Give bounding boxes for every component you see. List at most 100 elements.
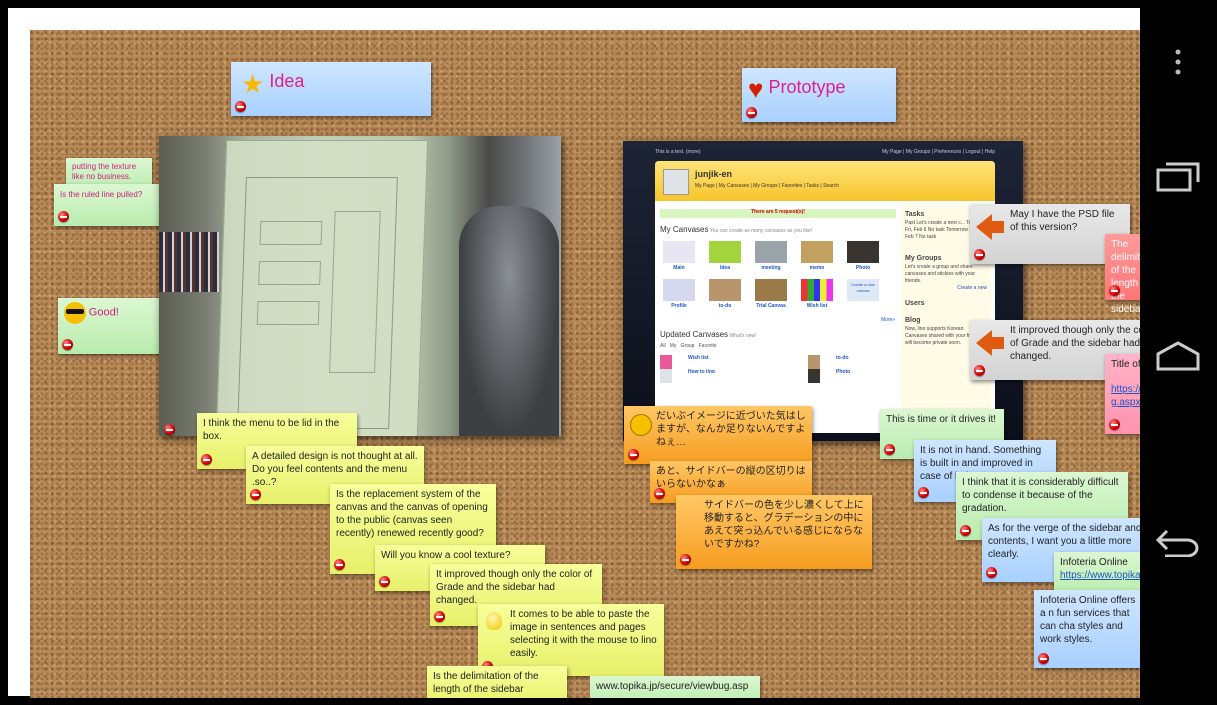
canvas-label[interactable]: memo (801, 265, 833, 272)
screenshot-page: junjik-en My Page | My Canvases | My Gro… (655, 161, 995, 433)
canvas-thumb[interactable] (801, 279, 833, 301)
pin-icon[interactable] (960, 525, 971, 536)
pin-icon[interactable] (974, 365, 985, 376)
canvas-label[interactable]: Main (663, 265, 695, 272)
pin-icon[interactable] (1109, 285, 1120, 296)
japanese-comment-text: だいぶイメージに近づいた気はしますが、なんか足りないんですよねぇ… (656, 411, 806, 448)
pin-icon[interactable] (1109, 419, 1120, 430)
screenshot-requests: There are 5 request(s)! (660, 209, 896, 218)
pin-icon[interactable] (434, 611, 445, 622)
updated-item[interactable]: How to lino (660, 369, 715, 383)
comment-text: I think the menu to be lid in the box. (203, 418, 340, 442)
canvas-label[interactable]: Profile (663, 303, 695, 310)
japanese-comment-text: サイドバーの色を少し濃くして上に移動すると、グラデーションの中にあえて突っ込んで… (704, 500, 864, 550)
japanese-comment-sticky[interactable]: だいぶイメージに近づいた気はしますが、なんか足りないんですよねぇ… (624, 406, 812, 464)
canvas-label[interactable]: to-do (709, 303, 741, 310)
pin-icon[interactable] (918, 487, 929, 498)
screenshot-topbar: This is a test. (more) My Page | My Grou… (655, 149, 995, 156)
arrow-left-icon-tail (992, 337, 1004, 349)
screenshot-username: junjik-en (695, 169, 733, 179)
pin-icon[interactable] (986, 567, 997, 578)
screenshot-header: junjik-en My Page | My Canvases | My Gro… (655, 161, 995, 201)
pin-icon[interactable] (746, 107, 757, 118)
url-sticky[interactable]: www.topika.jp/secure/viewbug.asp (590, 676, 760, 698)
good-text: Good! (88, 306, 119, 319)
screenshot-nav: My Page | My Canvases | My Groups | Favo… (695, 183, 839, 189)
create-group-link[interactable]: Create a new (905, 285, 987, 292)
canvas-thumb[interactable] (755, 279, 787, 301)
my-canvases-hint: You can create as many canvases as you l… (709, 228, 813, 234)
comment-text: It comes to be able to paste the image i… (510, 609, 657, 659)
pin-icon[interactable] (250, 489, 261, 500)
overflow-menu-icon[interactable] (1150, 34, 1206, 90)
comment-text: Will you know a cool texture? (381, 550, 511, 561)
pin-icon[interactable] (58, 211, 69, 222)
prototype-screenshot[interactable]: This is a test. (more) My Page | My Grou… (623, 141, 1023, 441)
canvas-label[interactable]: Photo (847, 265, 879, 272)
japanese-comment-text: あと、サイドバーの縦の区切りはいらないかなぁ (656, 466, 806, 490)
pin-icon[interactable] (164, 424, 175, 435)
star-icon: ★ (241, 69, 265, 99)
canvas-label[interactable]: Wish list (801, 303, 833, 310)
pin-icon[interactable] (884, 444, 895, 455)
canvas-thumb[interactable] (709, 241, 741, 263)
good-sticky[interactable]: Good! (58, 298, 166, 354)
condense-text: I think that it is considerably difficul… (962, 477, 1119, 514)
canvas-label[interactable]: Trial Canvas (755, 303, 787, 310)
updated-heading: Updated Canvases (660, 330, 729, 339)
canvas-label[interactable]: meeting (755, 265, 787, 272)
canvases-more-link[interactable]: More» (881, 317, 895, 324)
screenshot-topbar-left: This is a test. (more) (655, 149, 701, 155)
updated-item[interactable]: to-do (808, 355, 896, 369)
infoteria-sticky[interactable]: Infoteria Online https://www.topika (1054, 552, 1148, 594)
board-frame: ★ Idea ♥ Prototype putting the texture l… (8, 8, 1208, 698)
comment-sticky[interactable]: Is the delimitation of the length of the… (427, 666, 567, 698)
pin-icon[interactable] (235, 101, 246, 112)
canvas-thumbs-row-1 (663, 241, 879, 263)
canvas-thumb[interactable] (709, 279, 741, 301)
comment-text: Is the replacement system of the canvas … (336, 489, 488, 539)
canvas-thumb[interactable] (801, 241, 833, 263)
updated-hint: What's new! (729, 333, 757, 339)
pin-icon[interactable] (974, 249, 985, 260)
updated-item[interactable]: Photo (808, 369, 896, 383)
pin-icon[interactable] (62, 339, 73, 350)
canvas-thumbs-row-2: Create a new canvas (663, 279, 879, 301)
psd-text: May I have the PSD file of this version? (1010, 209, 1115, 233)
url-text: www.topika.jp/secure/viewbug.asp (596, 681, 749, 692)
create-canvas-button[interactable]: Create a new canvas (847, 279, 879, 301)
infoteria-offers-sticky[interactable]: Infoteria Online offers a n fun services… (1034, 590, 1148, 668)
android-nav-bar (1140, 0, 1217, 705)
bookshelf (159, 232, 219, 292)
home-icon[interactable] (1150, 328, 1206, 384)
pin-icon[interactable] (654, 488, 665, 499)
back-icon[interactable] (1150, 514, 1206, 570)
updated-filters[interactable]: All My Group Favorite (660, 343, 717, 350)
pin-icon[interactable] (680, 554, 691, 565)
sketch-photo[interactable] (159, 136, 561, 436)
pin-icon[interactable] (379, 576, 390, 587)
ruled-line-sticky[interactable]: Is the ruled line pulled? (54, 184, 166, 226)
prototype-header-sticky[interactable]: ♥ Prototype (742, 68, 896, 122)
canvas-label[interactable]: Idea (709, 265, 741, 272)
canvas-thumb[interactable] (663, 241, 695, 263)
recent-apps-icon[interactable] (1150, 148, 1206, 204)
pin-icon[interactable] (334, 559, 345, 570)
updated-item[interactable]: Wish list (660, 355, 709, 369)
idea-title: Idea (269, 71, 305, 91)
pin-icon[interactable] (1038, 653, 1049, 664)
canvas-labels-row-1: Main Idea meeting memo Photo (663, 265, 879, 272)
idea-header-sticky[interactable]: ★ Idea (231, 62, 431, 116)
surprised-emoji-icon (630, 414, 652, 436)
infoteria-link[interactable]: https://www.topika (1060, 569, 1142, 582)
sunglasses-emoji-icon (64, 302, 86, 324)
pin-icon[interactable] (201, 454, 212, 465)
arrow-left-icon (976, 214, 992, 240)
canvas-thumb[interactable] (663, 279, 695, 301)
cork-board: ★ Idea ♥ Prototype putting the texture l… (30, 30, 1148, 698)
japanese-comment-sticky[interactable]: サイドバーの色を少し濃くして上に移動すると、グラデーションの中にあえて突っ込んで… (676, 495, 872, 569)
canvas-thumb[interactable] (755, 241, 787, 263)
comment-text: It improved though only the color of Gra… (436, 569, 593, 606)
pin-icon[interactable] (628, 449, 639, 460)
canvas-thumb[interactable] (847, 241, 879, 263)
